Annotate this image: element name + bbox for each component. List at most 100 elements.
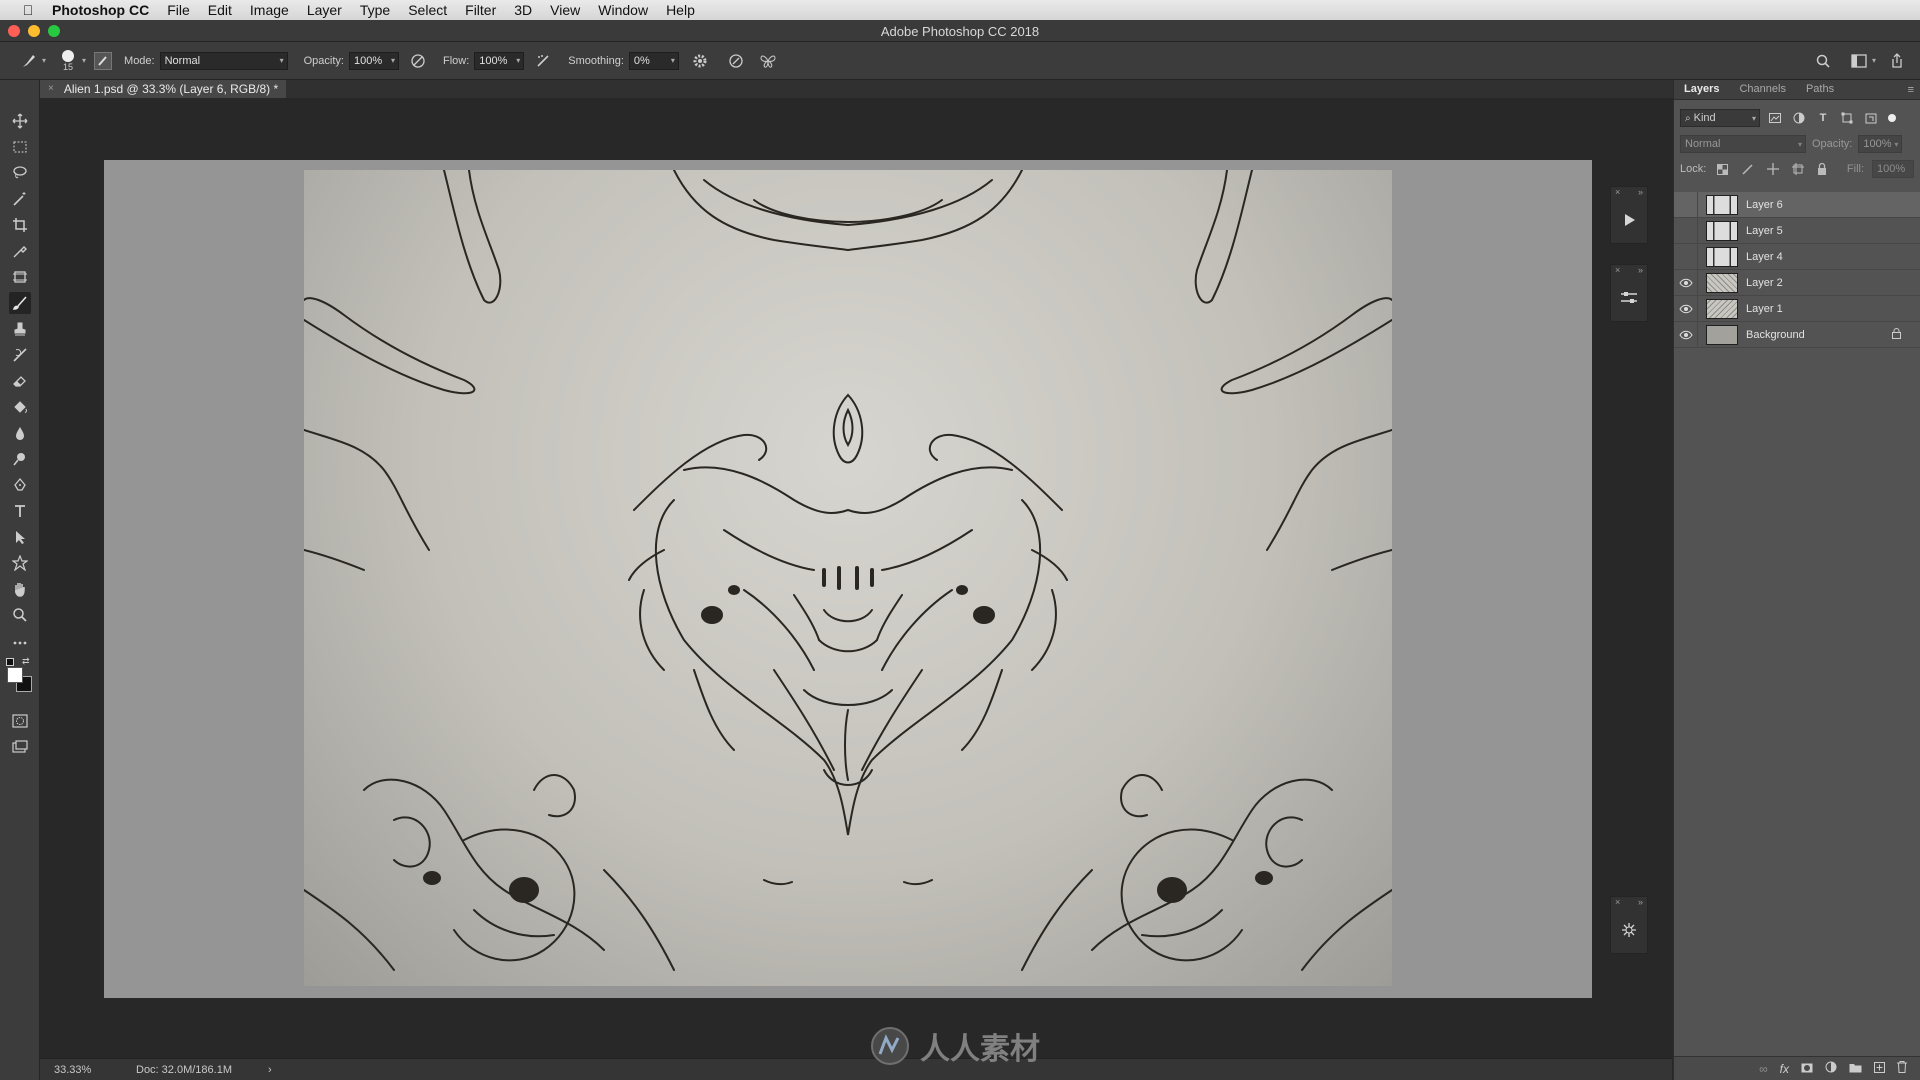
history-brush-tool-icon[interactable] (9, 344, 31, 366)
filter-adjustment-icon[interactable] (1790, 109, 1808, 127)
apple-icon[interactable]:  (18, 2, 38, 18)
lock-artboard-icon[interactable] (1789, 160, 1806, 178)
paint-bucket-tool-icon[interactable] (9, 396, 31, 418)
menu-type[interactable]: Type (360, 2, 390, 18)
new-group-icon[interactable] (1849, 1062, 1862, 1076)
tab-paths[interactable]: Paths (1796, 83, 1844, 99)
blur-tool-icon[interactable] (9, 422, 31, 444)
stamp-tool-icon[interactable] (9, 318, 31, 340)
fill-field[interactable]: 100% (1872, 160, 1914, 178)
filter-type-icon[interactable]: T (1814, 109, 1832, 127)
adjustment-layer-icon[interactable] (1825, 1061, 1837, 1076)
link-layers-icon[interactable]: ∞ (1759, 1062, 1768, 1076)
filter-shape-icon[interactable] (1838, 109, 1856, 127)
layer-name[interactable]: Layer 4 (1746, 251, 1783, 263)
layer-row-layer-5[interactable]: Layer 5 (1674, 217, 1920, 244)
panel-opacity-field[interactable]: 100% ▾ (1858, 135, 1903, 153)
status-menu-arrow[interactable]: › (268, 1064, 272, 1076)
filter-pixel-icon[interactable] (1766, 109, 1784, 127)
add-mask-icon[interactable] (1801, 1062, 1813, 1076)
visibility-toggle[interactable] (1674, 191, 1698, 218)
layer-name[interactable]: Layer 5 (1746, 225, 1783, 237)
lock-pixels-icon[interactable] (1739, 160, 1756, 178)
expand-icon[interactable]: » (1638, 265, 1643, 279)
eye-icon[interactable] (1674, 295, 1698, 322)
eyedropper-tool-icon[interactable] (9, 240, 31, 262)
lock-position-icon[interactable] (1764, 160, 1781, 178)
layer-row-layer-4[interactable]: Layer 4 (1674, 243, 1920, 270)
menu-edit[interactable]: Edit (208, 2, 232, 18)
layer-name[interactable]: Layer 6 (1746, 199, 1783, 211)
lock-transparent-icon[interactable] (1714, 160, 1731, 178)
more-tools-icon[interactable] (9, 632, 31, 654)
quick-mask-icon[interactable] (9, 710, 31, 732)
menu-filter[interactable]: Filter (465, 2, 496, 18)
brush-panel-toggle-icon[interactable] (94, 51, 113, 70)
custom-shape-tool-icon[interactable] (9, 552, 31, 574)
close-icon[interactable]: × (1615, 265, 1620, 279)
eye-icon[interactable] (1674, 321, 1698, 348)
menu-image[interactable]: Image (250, 2, 289, 18)
path-selection-tool-icon[interactable] (9, 526, 31, 548)
eraser-tool-icon[interactable] (9, 370, 31, 392)
brush-tool-icon[interactable] (9, 292, 31, 314)
lock-icon[interactable] (1892, 327, 1901, 342)
document-tab[interactable]: × Alien 1.psd @ 33.3% (Layer 6, RGB/8) * (40, 80, 287, 98)
move-tool-icon[interactable] (9, 110, 31, 132)
marquee-tool-icon[interactable] (9, 136, 31, 158)
expand-icon[interactable]: » (1638, 897, 1643, 911)
layer-row-layer-1[interactable]: Layer 1 (1674, 295, 1920, 322)
zoom-level[interactable]: 33.33% (54, 1064, 124, 1076)
menu-select[interactable]: Select (408, 2, 447, 18)
close-icon[interactable]: × (1615, 187, 1620, 201)
brush-size-picker[interactable]: 15 (56, 46, 80, 76)
layer-name[interactable]: Background (1746, 329, 1805, 341)
new-layer-icon[interactable] (1874, 1061, 1885, 1076)
crop-tool-icon[interactable] (9, 214, 31, 236)
close-icon[interactable]: × (1615, 897, 1620, 911)
menu-window[interactable]: Window (598, 2, 648, 18)
chevron-down-icon[interactable]: ▾ (82, 56, 86, 65)
chevron-down-icon[interactable]: ▾ (1872, 56, 1876, 65)
menu-file[interactable]: File (167, 2, 190, 18)
fx-icon[interactable]: fx (1780, 1062, 1789, 1076)
menu-app-name[interactable]: Photoshop CC (52, 2, 149, 18)
document-size[interactable]: Doc: 32.0M/186.1M (136, 1064, 268, 1076)
menu-help[interactable]: Help (666, 2, 695, 18)
gear-icon[interactable] (689, 50, 711, 72)
menu-view[interactable]: View (550, 2, 580, 18)
filter-smart-object-icon[interactable] (1862, 109, 1880, 127)
lasso-tool-icon[interactable] (9, 162, 31, 184)
workspace-switcher-icon[interactable] (1848, 50, 1870, 72)
tab-layers[interactable]: Layers (1674, 83, 1729, 99)
share-icon[interactable] (1886, 50, 1908, 72)
swap-colors-icon[interactable]: ⇄ (22, 656, 30, 667)
default-colors-icon[interactable] (6, 658, 14, 666)
pen-tool-icon[interactable] (9, 474, 31, 496)
search-icon[interactable] (1812, 50, 1834, 72)
layer-row-background[interactable]: Background (1674, 321, 1920, 348)
play-icon[interactable] (1611, 201, 1647, 239)
flow-field[interactable]: 100% ▾ (474, 51, 525, 70)
frame-tool-icon[interactable] (9, 266, 31, 288)
expand-icon[interactable]: » (1638, 187, 1643, 201)
zoom-tool-icon[interactable] (9, 604, 31, 626)
type-tool-icon[interactable] (9, 500, 31, 522)
chevron-down-icon[interactable]: ▾ (42, 56, 46, 65)
airbrush-icon[interactable] (532, 50, 554, 72)
visibility-toggle[interactable] (1674, 217, 1698, 244)
pressure-opacity-icon[interactable] (407, 50, 429, 72)
magic-wand-tool-icon[interactable] (9, 188, 31, 210)
symmetry-butterfly-icon[interactable] (757, 50, 779, 72)
mode-select[interactable]: Normal ▾ (159, 51, 288, 70)
screen-mode-icon[interactable] (9, 736, 31, 758)
eye-icon[interactable] (1674, 269, 1698, 296)
filter-toggle-switch[interactable] (1888, 114, 1896, 122)
properties-sliders-icon[interactable] (1611, 279, 1647, 317)
layer-row-layer-6[interactable]: Layer 6 (1674, 191, 1920, 218)
hand-tool-icon[interactable] (9, 578, 31, 600)
pressure-size-icon[interactable] (725, 50, 747, 72)
layer-row-layer-2[interactable]: Layer 2 (1674, 269, 1920, 296)
blend-mode-select[interactable]: Normal ▾ (1680, 135, 1806, 153)
close-tab-icon[interactable]: × (48, 83, 54, 98)
